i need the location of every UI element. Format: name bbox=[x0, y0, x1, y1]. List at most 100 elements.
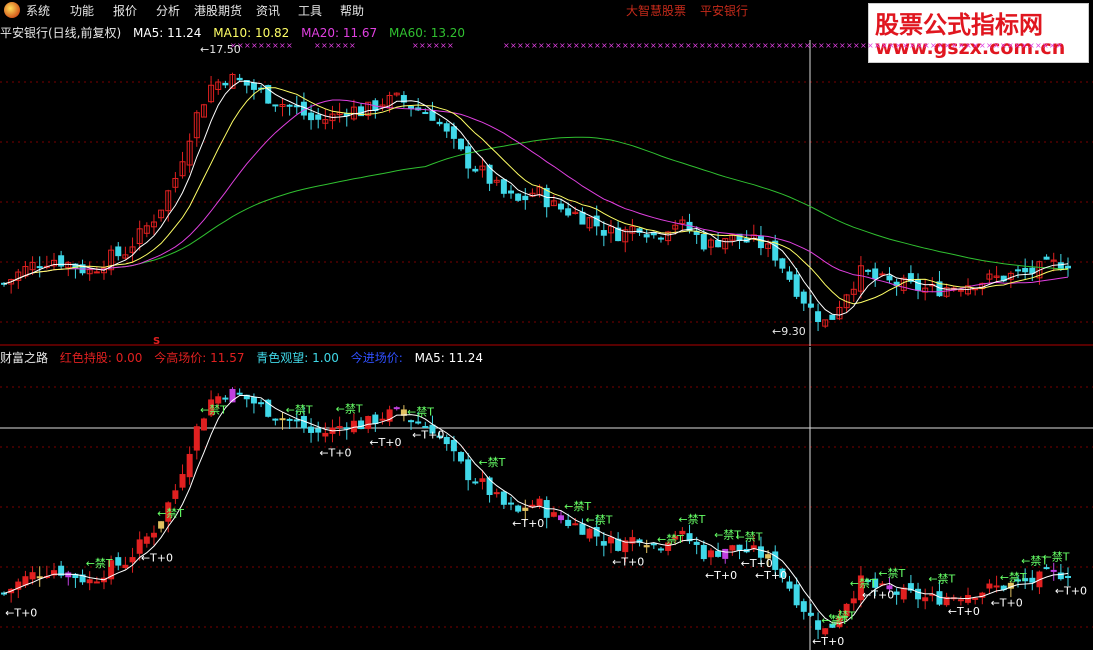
signal-x-marker: × bbox=[447, 41, 454, 50]
candle-body bbox=[872, 268, 879, 279]
menu-right-dzh[interactable]: 大智慧股票 bbox=[626, 2, 686, 19]
candle-body bbox=[657, 237, 664, 240]
indicator-bar bbox=[479, 478, 486, 482]
menu-help[interactable]: 帮助 bbox=[340, 2, 364, 19]
signal-x-marker: × bbox=[342, 41, 349, 50]
candle-body bbox=[272, 104, 279, 107]
kline-chart[interactable]: × × × × × × × × × × × × × × × × × × × × × × × × × × × × × × × × × × × × × × × ×… bbox=[0, 22, 1093, 346]
signal-x-marker: × bbox=[685, 41, 692, 50]
signal-x-marker: × bbox=[958, 41, 965, 50]
indicator-bar bbox=[222, 397, 229, 400]
signal-x-marker: × bbox=[846, 41, 853, 50]
indicator-chart[interactable]: ←禁T←禁T←禁T ←禁T ←禁T ←禁T←禁T←禁T←禁T←禁T←禁T←禁T←禁T←… bbox=[0, 347, 1093, 650]
indicator-bar bbox=[657, 548, 664, 551]
signal-forbid-t: ←禁T bbox=[200, 404, 227, 417]
menu-function[interactable]: 功能 bbox=[70, 2, 94, 19]
signal-forbid-t: ←禁T bbox=[407, 406, 434, 419]
signal-forbid-t: ←禁T bbox=[86, 557, 113, 570]
signal-x-marker: × bbox=[776, 41, 783, 50]
candle-body bbox=[557, 203, 564, 210]
signal-x-marker: × bbox=[860, 41, 867, 50]
signal-x-marker: × bbox=[944, 41, 951, 50]
indicator-bar bbox=[258, 402, 265, 405]
menu-right-stock[interactable]: 平安银行 bbox=[700, 2, 748, 19]
indicator-bar bbox=[272, 418, 279, 421]
candle-body bbox=[700, 234, 707, 250]
signal-x-marker: × bbox=[531, 41, 538, 50]
app-logo-icon[interactable] bbox=[4, 2, 20, 18]
signal-x-marker: × bbox=[755, 41, 762, 50]
ma10-line bbox=[3, 87, 1069, 305]
signal-forbid-t: ←禁T bbox=[828, 609, 855, 622]
legend-ma5: MA5: 11.24 bbox=[133, 26, 202, 40]
signal-x-marker: × bbox=[888, 41, 895, 50]
legend-ma20: MA20: 11.67 bbox=[301, 26, 378, 40]
signal-forbid-t: ←禁T bbox=[678, 513, 705, 526]
signal-x-marker: × bbox=[272, 41, 279, 50]
indicator-bar bbox=[29, 572, 36, 580]
indicator-bar bbox=[815, 620, 822, 630]
signal-forbid-t: ←禁T bbox=[157, 507, 184, 520]
candle-body bbox=[115, 246, 122, 257]
indicator-bar bbox=[822, 628, 829, 635]
signal-x-marker: × bbox=[832, 41, 839, 50]
sub-legend: 财富之路 红色持股: 0.00 今高场价: 11.57 青色观望: 1.00 今… bbox=[0, 349, 491, 366]
signal-x-marker: × bbox=[629, 41, 636, 50]
candle-body bbox=[886, 275, 893, 281]
indicator-bar bbox=[472, 481, 479, 484]
menu-quote[interactable]: 报价 bbox=[113, 2, 137, 19]
kline-panel[interactable]: × × × × × × × × × × × × × × × × × × × × × × × × × × × × × × × × × × × × × × × ×… bbox=[0, 22, 1093, 346]
signal-x-marker: × bbox=[734, 41, 741, 50]
candle-body bbox=[508, 190, 515, 194]
signal-t-plus-0: ←T+0 bbox=[812, 635, 844, 648]
signal-x-marker: × bbox=[790, 41, 797, 50]
indicator-panel[interactable]: ←禁T ←禁T ←禁T ←禁T ←禁T ←禁T ←禁T ←禁T ←禁T ←禁T ←禁T ←禁T ←禁T ←… bbox=[0, 347, 1093, 650]
candle-body bbox=[422, 112, 429, 115]
indicator-bar bbox=[850, 598, 857, 604]
candle-body bbox=[1043, 256, 1050, 260]
indicator-bar bbox=[158, 521, 165, 529]
menu-hk-futures[interactable]: 港股期货 bbox=[194, 2, 242, 19]
signal-x-marker: × bbox=[853, 41, 860, 50]
signal-x-marker: × bbox=[923, 41, 930, 50]
menu-analysis[interactable]: 分析 bbox=[156, 2, 180, 19]
menu-news[interactable]: 资讯 bbox=[256, 2, 280, 19]
indicator-bar bbox=[722, 548, 729, 559]
indicator-bar bbox=[515, 505, 522, 512]
candle-body bbox=[643, 234, 650, 238]
candle-body bbox=[593, 215, 600, 227]
indicator-bar bbox=[122, 564, 129, 568]
candle-body bbox=[465, 146, 472, 169]
signal-x-marker: × bbox=[286, 41, 293, 50]
signal-x-marker: × bbox=[713, 41, 720, 50]
signal-x-marker: × bbox=[321, 41, 328, 50]
signal-x-marker: × bbox=[643, 41, 650, 50]
signal-x-marker: × bbox=[601, 41, 608, 50]
candle-body bbox=[515, 193, 522, 201]
menu-system[interactable]: 系统 bbox=[26, 2, 50, 19]
signal-x-marker: × bbox=[244, 41, 251, 50]
candle-body bbox=[222, 82, 229, 86]
indicator-bar bbox=[450, 439, 457, 452]
signal-x-marker: × bbox=[265, 41, 272, 50]
indicator-bar bbox=[715, 550, 722, 557]
candle-body bbox=[1022, 267, 1029, 273]
indicator-bar bbox=[315, 428, 322, 433]
indicator-bar bbox=[150, 532, 157, 538]
candle-body bbox=[458, 138, 465, 150]
signal-x-marker: × bbox=[440, 41, 447, 50]
signal-x-marker: × bbox=[657, 41, 664, 50]
signal-x-marker: × bbox=[741, 41, 748, 50]
legend-ma10: MA10: 10.82 bbox=[213, 26, 290, 40]
indicator-bar bbox=[393, 407, 400, 410]
indicator-bar bbox=[415, 421, 422, 424]
candle-body bbox=[429, 110, 436, 121]
menu-tools[interactable]: 工具 bbox=[298, 2, 322, 19]
indicator-bar bbox=[443, 436, 450, 445]
candle-body bbox=[36, 266, 43, 269]
signal-x-marker: × bbox=[839, 41, 846, 50]
signal-x-marker: × bbox=[979, 41, 986, 50]
signal-t-plus-0: ←T+0 bbox=[991, 596, 1023, 609]
indicator-bar bbox=[458, 452, 465, 462]
signal-x-marker: × bbox=[251, 41, 258, 50]
